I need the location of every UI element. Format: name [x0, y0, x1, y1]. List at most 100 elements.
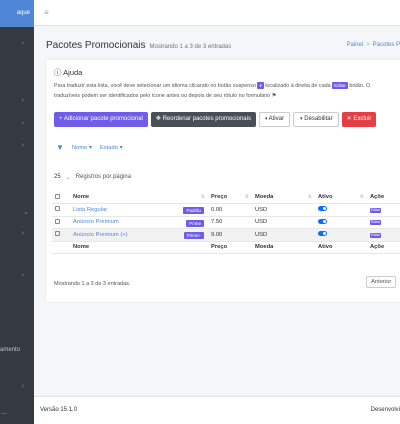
footer-header-moeda: Moeda — [252, 241, 315, 254]
version-text: Versão 15.1.0 — [40, 407, 78, 413]
sidebar-brand[interactable]: aque — [0, 0, 34, 27]
name-cell: Lista Regular Padrão — [70, 203, 208, 217]
table-row: Anúncio Premium Prime 7.50 USD Editar — [52, 216, 400, 229]
col-header-ativo[interactable]: Ativo ⇅ — [315, 191, 367, 204]
filter-estado-label: Estado — [99, 144, 118, 151]
toggle-off-icon: ◑ — [298, 116, 303, 122]
col-header-label: Moeda — [255, 194, 274, 200]
active-toggle[interactable] — [318, 218, 327, 224]
checkbox[interactable] — [55, 206, 60, 212]
col-header-label: Nome — [73, 194, 90, 200]
filter-nome-label: Nome — [71, 144, 88, 151]
active-cell — [315, 203, 367, 217]
breadcrumb-item-current: Pacotes P — [372, 42, 400, 48]
currency-cell: USD — [252, 203, 315, 217]
menu-icon[interactable]: ≡ — [44, 8, 49, 17]
deactivate-button[interactable]: ◑ Desabilitar — [292, 112, 339, 127]
toolbar: + Adicionar pacote promocional ✥ Reorden… — [54, 112, 377, 127]
add-package-label: Adicionar pacote promocional — [63, 116, 143, 122]
package-name[interactable]: Anúncio Premium — [73, 219, 119, 225]
sort-icon[interactable]: ⇅ — [360, 194, 364, 200]
page-title-text: Pacotes Promocionais — [46, 40, 146, 51]
sidebar: aque › › › › ⌄ › › amento › ... — [0, 0, 34, 424]
name-cell: Anúncio Premium Prime — [70, 216, 208, 229]
package-name[interactable]: Lista Regular — [73, 207, 107, 213]
per-page-label: Registros por página — [75, 174, 132, 180]
row-checkbox-cell[interactable] — [52, 228, 70, 242]
chevron-right-icon[interactable]: › — [22, 383, 24, 390]
price-cell: 9.00 — [208, 228, 252, 242]
col-header-acoes: Açõe — [367, 191, 400, 204]
col-header-label: Açõe — [370, 194, 385, 200]
developer-text: Desenvolvi — [370, 407, 400, 413]
help-text-part1: Para traduzir esta lista, você deve sele… — [54, 83, 256, 89]
help-text-part4: traduzíveis podem ser identificados pelo… — [54, 93, 271, 99]
edit-button[interactable]: Editar — [370, 207, 382, 213]
add-package-button[interactable]: + Adicionar pacote promocional — [54, 112, 148, 127]
chevron-right-icon[interactable]: › — [22, 40, 24, 47]
active-toggle[interactable] — [318, 231, 327, 237]
per-page-control: 25 ⌄ Registros por página — [54, 174, 131, 181]
sort-icon[interactable]: ⇅ — [201, 194, 205, 200]
showing-entries-text: Mostrando 1 a 3 de 3 entradas. — [54, 281, 131, 287]
sort-icon[interactable]: ⇅ — [308, 194, 312, 200]
activate-button[interactable]: ◐Ativar — [258, 112, 290, 127]
sort-icon[interactable]: ⇅ — [245, 194, 249, 200]
chevron-down-icon[interactable]: ⌄ — [23, 208, 29, 216]
checkbox[interactable] — [55, 193, 60, 199]
actions-cell: Editar — [367, 216, 400, 229]
filter-estado[interactable]: Estado ▾ — [100, 145, 123, 151]
chevron-down-icon[interactable]: ⌄ — [66, 174, 71, 181]
package-badge: Prime — [186, 219, 204, 227]
page-title: Pacotes Promocionais Mostrando 1 a 3 de 3… — [46, 40, 231, 51]
page-subtitle: Mostrando 1 a 3 de 3 entradas — [149, 44, 232, 50]
table-row: Anúncio Premium (+) Prime+ 9.00 USD Edita… — [52, 228, 400, 242]
chevron-right-icon[interactable]: › — [22, 230, 24, 237]
pager-previous-button[interactable]: Anterior — [366, 276, 397, 288]
page-footer: Versão 15.1.0 Desenvolvi — [34, 396, 400, 424]
question-circle-icon: ⓘ — [54, 68, 62, 77]
footer-header-acoes: Açõe — [367, 241, 400, 254]
filter-bar: ▼ Nome ▾ Estado ▾ — [56, 143, 123, 152]
reorder-button[interactable]: ✥ Reordenar pacotes promocionais — [150, 112, 256, 127]
table-row: Lista Regular Padrão 0.00 USD Editar — [52, 203, 400, 217]
chevron-right-icon[interactable]: › — [22, 142, 24, 149]
col-header-nome[interactable]: Nome ⇅ — [70, 191, 208, 204]
edit-button[interactable]: Editar — [370, 232, 382, 238]
breadcrumb-item-painel[interactable]: Painel — [346, 42, 363, 48]
table-header-row: Nome ⇅ Preço ⇅ Moeda ⇅ Ativo ⇅ Açõe — [52, 191, 400, 204]
breadcrumb-separator: > — [366, 42, 370, 48]
edit-button[interactable]: Editar — [370, 220, 382, 226]
help-text-part3: botão. O — [349, 83, 371, 89]
currency-cell: USD — [252, 228, 315, 242]
price-cell: 0.00 — [208, 203, 252, 217]
sidebar-bottom-label: ... — [2, 410, 8, 416]
edit-chip: Editar — [332, 82, 348, 90]
col-header-moeda[interactable]: Moeda ⇅ — [252, 191, 315, 204]
help-title[interactable]: ⓘ Ajuda — [54, 67, 82, 78]
chevron-right-icon[interactable]: › — [22, 272, 24, 279]
delete-label: Excluir — [353, 116, 372, 122]
dropdown-chip-icon: ▾ — [257, 82, 264, 90]
checkbox[interactable] — [55, 231, 60, 237]
package-name[interactable]: Anúncio Premium (+) — [73, 232, 128, 238]
row-checkbox-cell[interactable] — [52, 203, 70, 217]
price-cell: 7.50 — [208, 216, 252, 229]
active-toggle[interactable] — [318, 206, 327, 212]
row-checkbox-cell[interactable] — [52, 216, 70, 229]
filter-icon: ▼ — [56, 143, 64, 152]
select-all-checkbox[interactable] — [52, 191, 70, 204]
package-badge: Padrão — [183, 207, 204, 214]
sidebar-item-label[interactable]: amento — [0, 347, 20, 353]
per-page-select[interactable]: 25 — [54, 174, 61, 181]
activate-label: Ativar — [268, 116, 284, 122]
chevron-right-icon[interactable]: › — [22, 120, 24, 127]
chevron-right-icon[interactable]: › — [22, 97, 24, 104]
filter-nome[interactable]: Nome ▾ — [72, 145, 92, 151]
sidebar-brand-label: aque — [16, 10, 30, 16]
name-cell: Anúncio Premium (+) Prime+ — [70, 228, 208, 242]
breadcrumb: Painel > Pacotes P — [346, 42, 400, 48]
delete-button[interactable]: ✕ Excluir — [341, 112, 377, 127]
col-header-preco[interactable]: Preço ⇅ — [208, 191, 252, 204]
checkbox[interactable] — [55, 218, 60, 224]
